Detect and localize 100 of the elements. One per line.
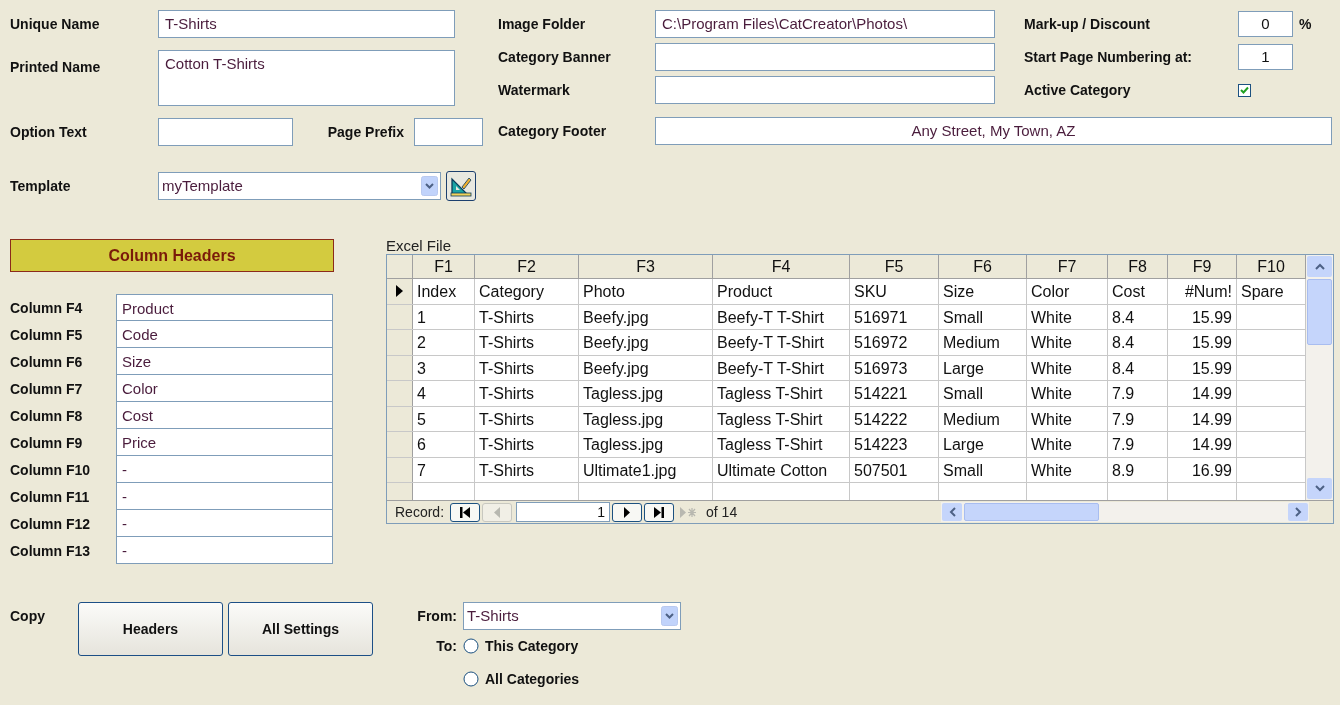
record-selector[interactable] xyxy=(387,279,413,304)
radio-label[interactable]: All Categories xyxy=(485,668,580,690)
column-header-field[interactable]: - xyxy=(116,456,333,483)
table-cell: 7 xyxy=(417,461,426,479)
table-cell: Tagless T-Shirt xyxy=(717,410,823,428)
column-header[interactable]: F1 xyxy=(413,255,475,278)
category-footer-field[interactable]: Any Street, My Town, AZ xyxy=(655,117,1332,145)
table-cell: Medium xyxy=(943,410,1000,428)
table-cell: 516971 xyxy=(854,308,908,326)
column-header-field[interactable]: Cost xyxy=(116,402,333,429)
table-cell: 14.99 xyxy=(1191,410,1232,428)
column-header-field[interactable]: Price xyxy=(116,429,333,456)
record-number-field[interactable]: 1 xyxy=(516,502,611,522)
first-record-button[interactable] xyxy=(450,502,481,522)
field-label: To: xyxy=(436,636,457,656)
table-cell: T-Shirts xyxy=(479,308,535,326)
column-header[interactable]: F7 xyxy=(1027,255,1108,278)
column-header-field[interactable]: Code xyxy=(116,321,333,348)
field-label: Column F9 xyxy=(10,434,83,451)
table-cell: 514221 xyxy=(854,385,908,402)
field-label: Active Category xyxy=(1024,82,1131,98)
table-cell: 516972 xyxy=(854,334,908,351)
copy-button[interactable]: All Settings xyxy=(228,602,373,656)
markup-field[interactable]: 0 xyxy=(1238,11,1293,37)
field-label: Option Text xyxy=(10,124,87,140)
page-prefix-field[interactable] xyxy=(414,118,483,146)
table-cell: Size xyxy=(943,283,975,300)
table-cell: Beefy.jpg xyxy=(583,359,649,377)
percent-sign: % xyxy=(1299,14,1312,34)
table-cell: 8.4 xyxy=(1112,334,1135,351)
table-cell: T-Shirts xyxy=(479,334,535,351)
column-header[interactable]: F9 xyxy=(1168,255,1237,278)
radio-label[interactable]: This Category xyxy=(485,635,579,657)
column-header[interactable]: F6 xyxy=(939,255,1027,278)
table-cell: Large xyxy=(943,436,984,453)
table-cell: 7.9 xyxy=(1112,385,1135,402)
field-label: From: xyxy=(417,606,457,626)
column-header[interactable]: F2 xyxy=(475,255,579,278)
table-cell: T-Shirts xyxy=(479,461,535,479)
printed-name-field[interactable]: Cotton T-Shirts xyxy=(158,50,455,106)
unique-name-field[interactable]: T-Shirts xyxy=(158,10,455,38)
table-cell: White xyxy=(1031,385,1072,402)
table-cell: Beefy.jpg xyxy=(583,308,649,326)
table-cell: 16.99 xyxy=(1191,461,1232,479)
field-label: Column F11 xyxy=(10,488,90,505)
table-cell: 507501 xyxy=(854,461,908,479)
column-header-field[interactable]: Color xyxy=(116,375,333,402)
radio-button[interactable] xyxy=(463,671,479,687)
column-header[interactable]: F5 xyxy=(850,255,939,278)
field-label: Category Banner xyxy=(498,49,611,65)
table-cell: 5 xyxy=(417,410,426,428)
next-record-button[interactable] xyxy=(612,502,643,522)
watermark-field[interactable] xyxy=(655,76,995,104)
column-header[interactable]: F4 xyxy=(713,255,850,278)
table-cell: 2 xyxy=(417,334,426,351)
field-label: Image Folder xyxy=(498,16,586,32)
table-cell: White xyxy=(1031,461,1072,479)
table-cell: #Num! xyxy=(1184,283,1232,300)
active-category-checkbox[interactable] xyxy=(1238,83,1251,97)
table-cell: Small xyxy=(943,308,983,326)
column-header-field[interactable]: Product xyxy=(116,294,333,321)
option-text-field[interactable] xyxy=(158,118,293,146)
scroll-left-icon[interactable] xyxy=(948,507,956,517)
column-header-field[interactable]: - xyxy=(116,537,333,564)
last-record-button[interactable] xyxy=(644,502,675,522)
copy-button[interactable]: Headers xyxy=(78,602,223,656)
table-cell: Beefy-T T-Shirt xyxy=(717,359,824,377)
column-header-field[interactable]: - xyxy=(116,483,333,510)
field-label: Printed Name xyxy=(10,59,101,75)
table-cell: White xyxy=(1031,359,1072,377)
column-header[interactable]: F8 xyxy=(1108,255,1168,278)
category-banner-field[interactable] xyxy=(655,43,995,71)
start-page-field[interactable]: 1 xyxy=(1238,44,1293,70)
next-record-icon[interactable] xyxy=(623,506,632,518)
column-header-field[interactable]: - xyxy=(116,510,333,537)
table-cell: T-Shirts xyxy=(479,385,535,402)
table-cell: 7.9 xyxy=(1112,436,1135,453)
scroll-up-icon[interactable] xyxy=(1314,263,1325,270)
table-cell: 3 xyxy=(417,359,426,377)
field-label: Start Page Numbering at: xyxy=(1024,49,1193,65)
column-header-field[interactable]: Size xyxy=(116,348,333,375)
image-folder-field[interactable]: C:\Program Files\CatCreator\Photos\ xyxy=(655,10,995,38)
first-record-icon[interactable] xyxy=(459,506,472,518)
template-dropdown[interactable]: myTemplate xyxy=(158,172,441,200)
scroll-down-icon[interactable] xyxy=(1314,485,1325,492)
last-record-icon[interactable] xyxy=(653,506,666,518)
radio-button[interactable] xyxy=(463,638,479,654)
table-cell: Beefy-T T-Shirt xyxy=(717,334,824,351)
table-cell: 8.4 xyxy=(1112,359,1135,377)
horizontal-scrollbar[interactable] xyxy=(941,502,1309,522)
vertical-scrollbar[interactable] xyxy=(1306,255,1333,500)
field-label: Column F4 xyxy=(10,299,83,316)
field-label: Copy xyxy=(10,608,45,624)
table-cell: T-Shirts xyxy=(479,359,535,377)
from-dropdown[interactable]: T-Shirts xyxy=(463,602,681,630)
table-cell: 4 xyxy=(417,385,426,402)
table-cell: 8.9 xyxy=(1112,461,1135,479)
scroll-right-icon[interactable] xyxy=(1294,507,1302,517)
table-cell: Photo xyxy=(583,283,625,300)
column-header[interactable]: F3 xyxy=(579,255,713,278)
